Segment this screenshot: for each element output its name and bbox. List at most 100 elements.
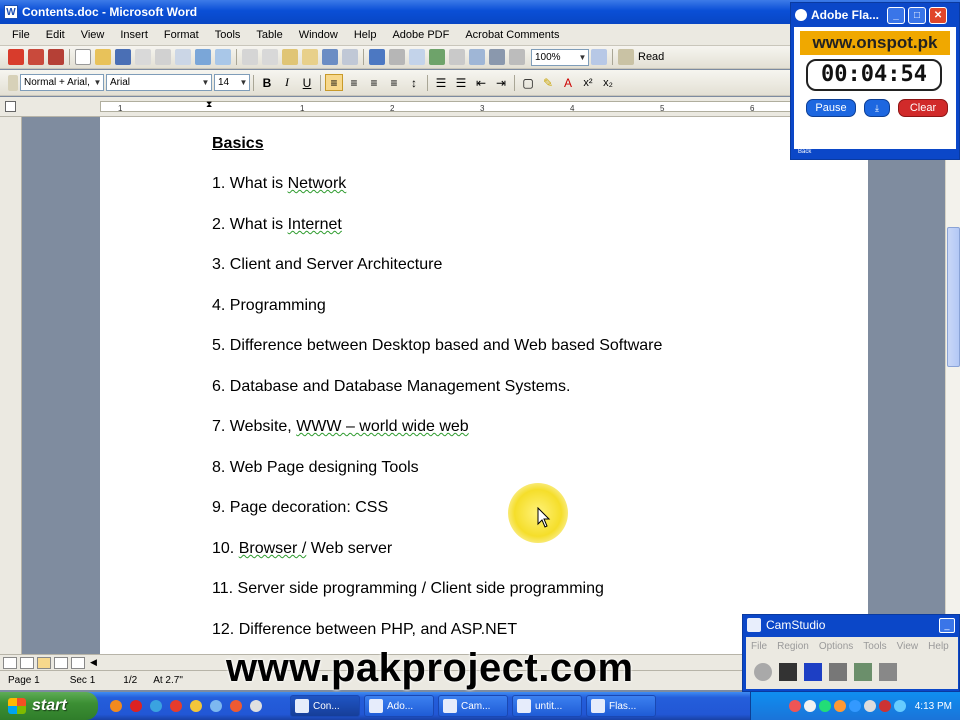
open-folder-icon[interactable] [95, 49, 111, 65]
hyperlink-icon[interactable] [369, 49, 385, 65]
task-word[interactable]: Con... [290, 695, 360, 717]
flash-timer-window[interactable]: Adobe Fla... _ □ ✕ www.onspot.pk 00:04:5… [790, 2, 960, 160]
tab-selector-icon[interactable] [5, 101, 16, 112]
media-icon[interactable] [170, 700, 182, 712]
chevron-down-icon[interactable]: ▼ [200, 75, 211, 90]
document-page[interactable]: Basics 1. What is Network 2. What is Int… [100, 117, 868, 657]
vertical-scrollbar[interactable]: ▲ [945, 117, 960, 654]
drawing-icon[interactable] [469, 49, 485, 65]
task-untitled[interactable]: untit... [512, 695, 582, 717]
menu-window[interactable]: Window [291, 29, 346, 41]
superscript-button[interactable]: x² [579, 74, 597, 91]
task-adobe[interactable]: Ado... [364, 695, 434, 717]
clear-button[interactable]: Clear [898, 99, 948, 117]
cam-menu-help[interactable]: Help [923, 641, 954, 652]
read-icon[interactable] [618, 49, 634, 65]
minimize-icon[interactable]: _ [939, 617, 955, 633]
messenger-icon[interactable] [190, 700, 202, 712]
reading-layout-icon[interactable] [71, 656, 85, 669]
start-button[interactable]: start [0, 692, 98, 720]
decrease-indent-button[interactable]: ⇤ [472, 74, 490, 91]
tray-icon[interactable] [818, 700, 831, 712]
menu-format[interactable]: Format [156, 29, 207, 41]
tray-icon[interactable] [788, 700, 801, 712]
show-hide-icon[interactable] [509, 49, 525, 65]
print-icon[interactable] [155, 49, 171, 65]
cam-menu-options[interactable]: Options [814, 641, 858, 652]
borders-button[interactable]: ▢ [519, 74, 537, 91]
insert-excel-icon[interactable] [429, 49, 445, 65]
minimize-icon[interactable]: _ [887, 6, 906, 24]
chevron-down-icon[interactable]: ▼ [238, 75, 249, 90]
normal-view-icon[interactable] [3, 656, 17, 669]
close-icon[interactable]: ✕ [929, 6, 948, 24]
font-select[interactable]: Arial ▼ [106, 74, 212, 91]
web-layout-icon[interactable] [20, 656, 34, 669]
cam-menu-view[interactable]: View [892, 641, 924, 652]
columns-icon[interactable] [449, 49, 465, 65]
font-size-select[interactable]: 14 ▼ [214, 74, 250, 91]
annotation-icon[interactable] [854, 663, 872, 681]
paste-icon[interactable] [282, 49, 298, 65]
read-button[interactable]: Read [638, 51, 664, 63]
permission-icon[interactable] [135, 49, 151, 65]
pause-icon[interactable] [779, 663, 797, 681]
pause-button[interactable]: Pause [806, 99, 856, 117]
task-camstudio[interactable]: Cam... [438, 695, 508, 717]
indent-marker-icon[interactable]: ⧗ [206, 99, 212, 110]
subscript-button[interactable]: x₂ [599, 74, 617, 91]
new-document-icon[interactable] [75, 49, 91, 65]
copy-icon[interactable] [262, 49, 278, 65]
menu-view[interactable]: View [73, 29, 113, 41]
maximize-icon[interactable]: □ [908, 6, 927, 24]
download-button[interactable]: ⤓ [864, 99, 890, 117]
menu-insert[interactable]: Insert [112, 29, 156, 41]
help-icon[interactable] [591, 49, 607, 65]
pdf-icon[interactable] [8, 49, 24, 65]
camstudio-window[interactable]: CamStudio _ File Region Options Tools Vi… [742, 614, 960, 692]
align-right-button[interactable]: ≡ [365, 74, 383, 91]
menu-table[interactable]: Table [248, 29, 290, 41]
cam-menu-tools[interactable]: Tools [858, 641, 891, 652]
spelling-icon[interactable] [195, 49, 211, 65]
explorer-icon[interactable] [250, 700, 262, 712]
save-icon[interactable] [115, 49, 131, 65]
align-left-button[interactable]: ≡ [325, 74, 343, 91]
region-icon[interactable] [829, 663, 847, 681]
record-icon[interactable] [754, 663, 772, 681]
pdf-review-icon[interactable] [48, 49, 64, 65]
highlight-button[interactable]: ✎ [539, 74, 557, 91]
menu-acrobat-comments[interactable]: Acrobat Comments [457, 29, 567, 41]
italic-button[interactable]: I [278, 74, 296, 91]
word-app-icon[interactable]: W [4, 5, 18, 19]
insert-table-icon[interactable] [409, 49, 425, 65]
menu-file[interactable]: File [4, 29, 38, 41]
swf-icon[interactable] [879, 663, 897, 681]
zoom-select[interactable]: 100% ▼ [531, 48, 589, 66]
tray-icon[interactable] [833, 700, 846, 712]
document-map-icon[interactable] [489, 49, 505, 65]
firefox-icon[interactable] [110, 700, 122, 712]
undo-icon[interactable] [322, 49, 338, 65]
style-select[interactable]: Normal + Arial, ▼ [20, 74, 104, 91]
print-preview-icon[interactable] [175, 49, 191, 65]
pdf-mail-icon[interactable] [28, 49, 44, 65]
browser-icon[interactable] [210, 700, 222, 712]
font-color-button[interactable]: A [559, 74, 577, 91]
print-layout-icon[interactable] [37, 656, 51, 669]
tray-icon[interactable] [803, 700, 816, 712]
player-icon[interactable] [230, 700, 242, 712]
tables-borders-icon[interactable] [389, 49, 405, 65]
clock[interactable]: 4:13 PM [915, 701, 952, 712]
menu-edit[interactable]: Edit [38, 29, 73, 41]
cut-icon[interactable] [242, 49, 258, 65]
research-icon[interactable] [215, 49, 231, 65]
redo-icon[interactable] [342, 49, 358, 65]
cam-menu-region[interactable]: Region [772, 641, 814, 652]
chevron-down-icon[interactable]: ▼ [577, 50, 588, 65]
menu-help[interactable]: Help [346, 29, 385, 41]
scroll-left-icon[interactable]: ◀ [90, 657, 97, 668]
outline-view-icon[interactable] [54, 656, 68, 669]
menu-adobe-pdf[interactable]: Adobe PDF [384, 29, 457, 41]
bluetooth-icon[interactable] [848, 700, 861, 712]
